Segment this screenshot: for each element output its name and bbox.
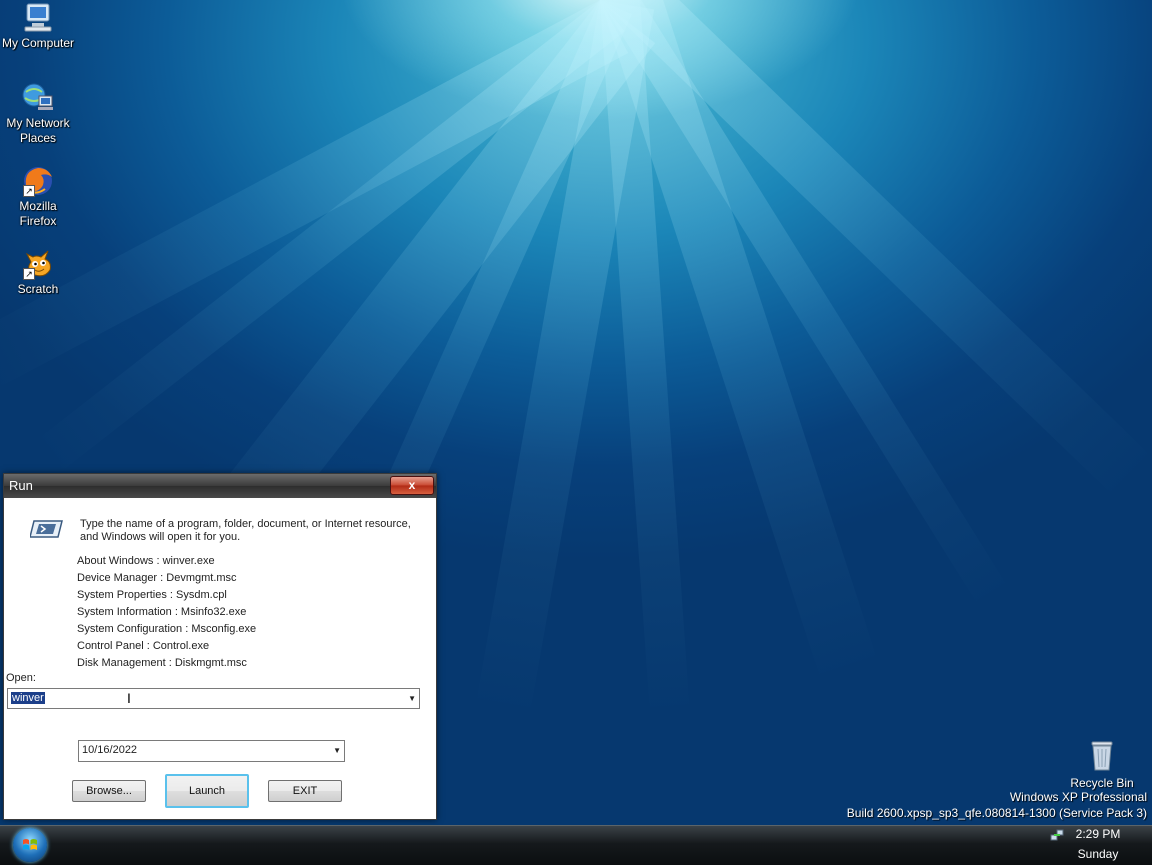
command-hint: System Information : Msinfo32.exe: [77, 606, 247, 618]
exit-button-label: EXIT: [292, 785, 318, 797]
desktop-icon-label: Mozilla Firefox: [19, 199, 57, 228]
start-button[interactable]: [13, 828, 47, 862]
command-hint: About Windows : winver.exe: [77, 555, 215, 567]
firefox-icon: ↗: [21, 165, 55, 197]
windows-logo-icon: [22, 837, 38, 853]
exit-button[interactable]: EXIT: [268, 780, 342, 802]
command-hint-list: About Windows : winver.exe Device Manage…: [77, 553, 256, 672]
desktop-icon-label: My Computer: [1, 36, 75, 50]
run-icon: [29, 519, 64, 539]
open-input-value[interactable]: winver: [11, 692, 45, 704]
chevron-down-icon[interactable]: ▼: [408, 694, 416, 703]
shortcut-arrow-icon: ↗: [23, 185, 35, 197]
os-build: Build 2600.xpsp_sp3_qfe.080814-1300 (Ser…: [846, 806, 1147, 820]
recycle-bin-label: Recycle Bin: [1070, 776, 1134, 790]
close-icon: x: [408, 478, 416, 492]
open-label: Open:: [6, 672, 36, 684]
command-hint: Disk Management : Diskmgmt.msc: [77, 657, 247, 669]
run-instruction: Type the name of a program, folder, docu…: [80, 518, 411, 543]
scratch-icon: ↗: [21, 248, 55, 280]
text-cursor-icon: I: [127, 690, 131, 706]
command-hint: System Properties : Sysdm.cpl: [77, 589, 227, 601]
desktop-icon-scratch[interactable]: ↗ Scratch: [0, 248, 76, 297]
date-picker[interactable]: 10/16/2022 ▼: [78, 740, 345, 762]
recycle-bin-icon: [1087, 738, 1117, 772]
taskbar-clock[interactable]: 2:29 PM Sunday: [1070, 826, 1126, 861]
clock-time: 2:29 PM: [1075, 827, 1121, 841]
command-hint: Device Manager : Devmgmt.msc: [77, 572, 237, 584]
shortcut-arrow-icon: ↗: [23, 268, 35, 280]
open-combobox[interactable]: winver I ▼: [7, 688, 420, 709]
desktop-icon-label: Scratch: [17, 282, 59, 296]
date-value[interactable]: 10/16/2022: [82, 744, 137, 756]
run-dialog-body: Type the name of a program, folder, docu…: [4, 499, 436, 819]
close-button[interactable]: x: [390, 476, 434, 495]
run-dialog-title: Run: [9, 478, 33, 493]
network-icon: [21, 82, 55, 114]
run-dialog[interactable]: Run x Type the name of a program, folder…: [3, 473, 437, 820]
taskbar: 2:29 PM Sunday: [0, 825, 1152, 865]
network-tray-icon[interactable]: [1050, 828, 1064, 842]
clock-day: Sunday: [1077, 847, 1119, 861]
command-hint: System Configuration : Msconfig.exe: [77, 623, 257, 635]
chevron-down-icon[interactable]: ▼: [333, 746, 341, 755]
desktop-icon-my-computer[interactable]: My Computer: [0, 2, 76, 51]
command-hint: Control Panel : Control.exe: [77, 640, 210, 652]
desktop[interactable]: { "desktop": { "icons": [ {"label": "My …: [0, 0, 1152, 865]
desktop-icon-label: My Network Places: [6, 116, 70, 145]
run-dialog-titlebar[interactable]: Run x: [4, 474, 436, 498]
desktop-icon-my-network-places[interactable]: My Network Places: [0, 82, 76, 146]
browse-button-label: Browse...: [86, 785, 132, 797]
desktop-icon-mozilla-firefox[interactable]: ↗ Mozilla Firefox: [0, 165, 76, 229]
computer-icon: [21, 2, 55, 34]
os-name: Windows XP Professional: [1009, 790, 1147, 804]
launch-button-label: Launch: [188, 785, 226, 797]
os-version-watermark: Windows XP Professional Build 2600.xpsp_…: [847, 789, 1147, 821]
browse-button[interactable]: Browse...: [72, 780, 146, 802]
launch-button[interactable]: Launch: [165, 774, 249, 808]
desktop-icon-recycle-bin[interactable]: Recycle Bin: [1064, 738, 1140, 790]
